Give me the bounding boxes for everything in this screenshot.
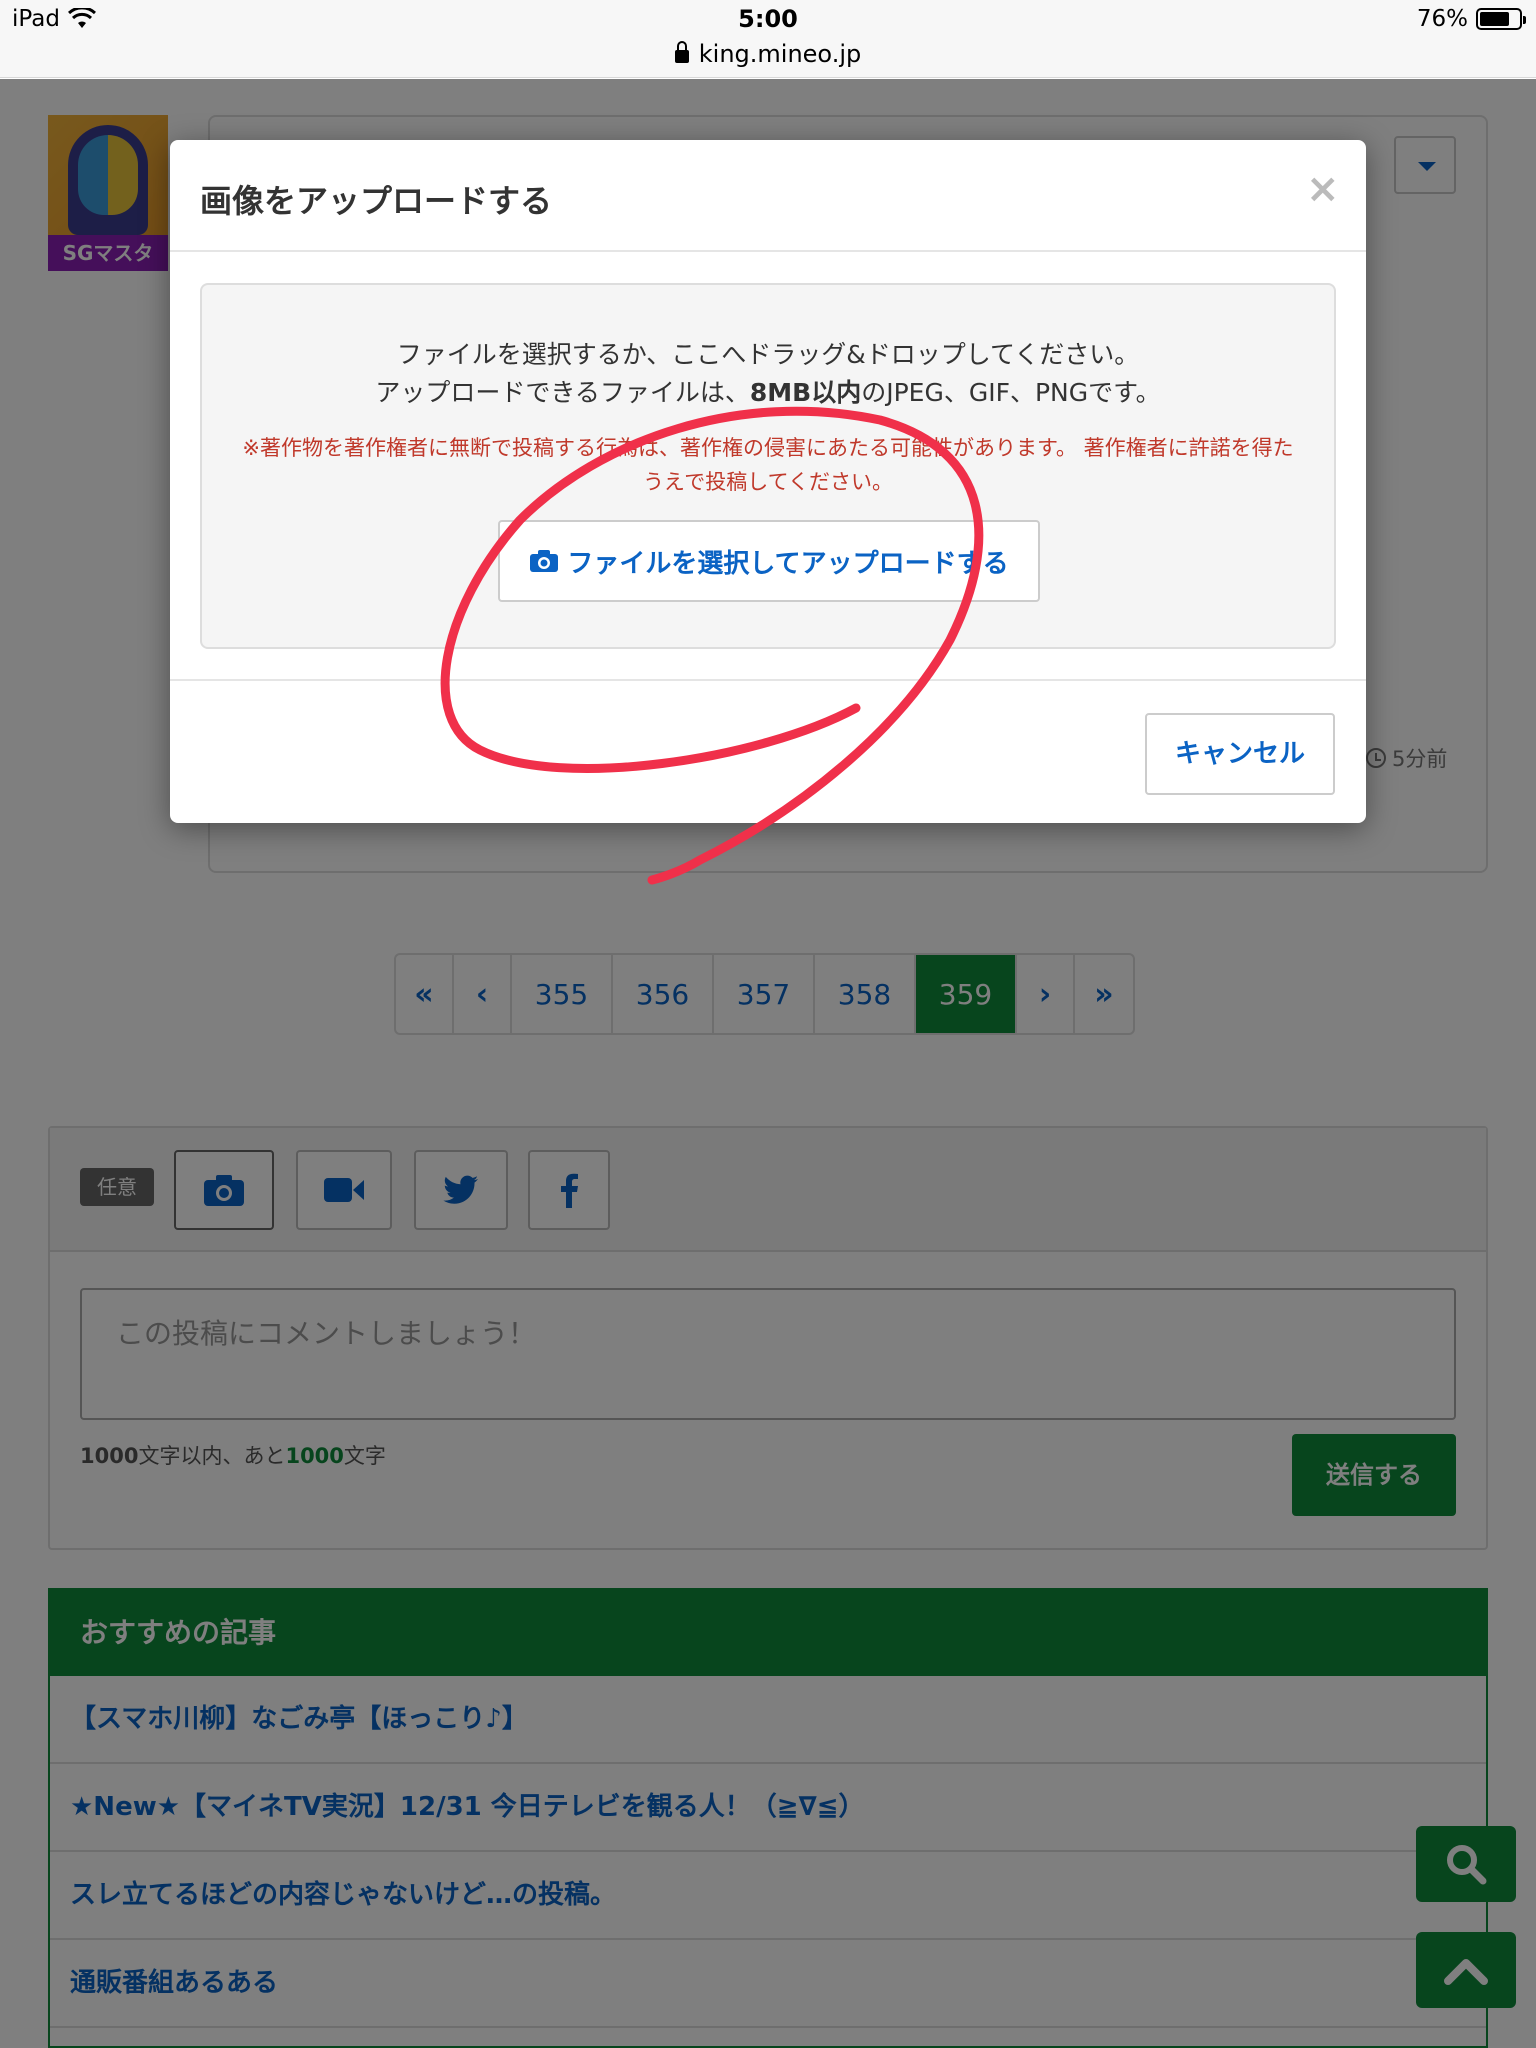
drop-instruction: ファイルを選択するか、ここへドラッグ&ドロップしてください。	[396, 340, 1140, 369]
battery-icon	[1476, 8, 1526, 30]
modal-header: 画像をアップロードする ×	[170, 140, 1366, 252]
requirements-suffix: のJPEG、GIF、PNGです。	[861, 378, 1161, 407]
select-file-label: ファイルを選択してアップロードする	[567, 548, 1009, 579]
upload-image-modal: 画像をアップロードする × ファイルを選択するか、ここへドラッグ&ドロップしてく…	[170, 140, 1366, 823]
status-right: 76%	[1416, 6, 1526, 32]
clock-time: 5:00	[738, 5, 798, 33]
battery-percent: 76%	[1416, 6, 1468, 32]
modal-title: 画像をアップロードする	[200, 182, 553, 220]
address-bar[interactable]: king.mineo.jp	[0, 40, 1536, 68]
cancel-button[interactable]: キャンセル	[1145, 713, 1335, 795]
close-icon[interactable]: ×	[1306, 166, 1340, 212]
copyright-warning: ※著作物を著作権者に無断で投稿する行為は、著作権の侵害にあたる可能性があります。…	[242, 436, 1294, 494]
camera-icon	[530, 550, 559, 572]
size-limit: 8MB以内	[749, 378, 862, 407]
url-text: king.mineo.jp	[698, 40, 862, 68]
lock-icon	[674, 41, 689, 63]
requirements-prefix: アップロードできるファイルは、	[375, 378, 750, 407]
select-file-button[interactable]: ファイルを選択してアップロードする	[498, 520, 1040, 602]
file-drop-zone[interactable]: ファイルを選択するか、ここへドラッグ&ドロップしてください。 アップロードできる…	[200, 283, 1336, 649]
file-requirements: アップロードできるファイルは、8MB以内のJPEG、GIF、PNGです。	[202, 373, 1334, 409]
modal-footer: キャンセル	[170, 679, 1366, 823]
battery-fill	[1480, 12, 1509, 26]
status-bar: iPad 5:00 king.mineo.jp 76%	[0, 0, 1536, 78]
